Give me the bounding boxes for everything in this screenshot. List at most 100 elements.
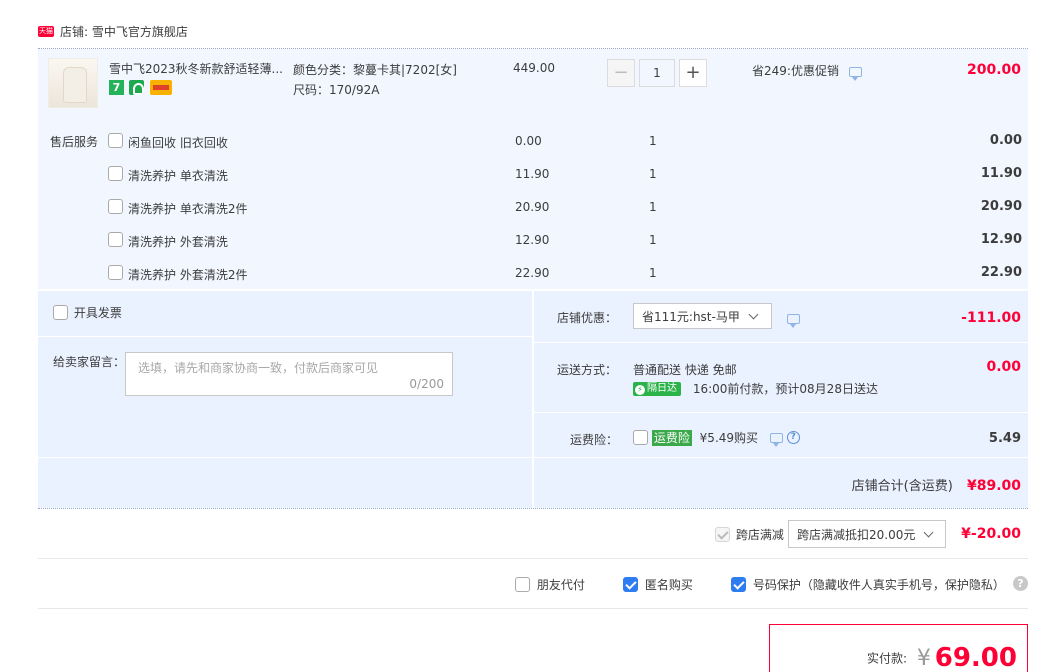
shipping-label: 运送方式： — [557, 363, 618, 377]
message-label: 给卖家留言： — [53, 355, 126, 369]
shop-discount-select[interactable]: 省111元:hst-马甲 — [633, 303, 772, 329]
service-price: 12.90 — [515, 233, 550, 247]
product-title[interactable]: 雪中飞2023秋冬新款舒适轻薄... — [109, 60, 287, 77]
shop-header: 天猫 店铺: 雪中飞官方旗舰店 — [38, 22, 188, 40]
service-qty: 1 — [649, 266, 657, 280]
service-row: 清洗养护 外套清洗2件 22.90 1 22.90 — [0, 263, 1055, 283]
anonymous-label: 匿名购买 — [644, 578, 693, 592]
service-row: 清洗养护 外套清洗 12.90 1 12.90 — [0, 230, 1055, 250]
cross-store-option: 跨店满减 — [715, 526, 784, 543]
chevron-down-icon — [748, 309, 759, 319]
service-checkbox[interactable] — [108, 133, 123, 148]
next-day-label: 隔日达 — [647, 382, 677, 394]
credit-card-icon — [150, 80, 172, 95]
chevron-down-icon — [923, 527, 934, 537]
service-name: 清洗养护 外套清洗 — [128, 235, 228, 249]
shop-total-label: 店铺合计(含运费) — [851, 479, 953, 494]
friend-pay-label: 朋友代付 — [536, 578, 585, 592]
service-qty: 1 — [649, 167, 657, 181]
shipping-amount: 0.00 — [986, 359, 1021, 375]
invoice-checkbox[interactable] — [53, 305, 68, 320]
decrease-button[interactable]: − — [607, 59, 635, 87]
service-name: 清洗养护 单衣清洗2件 — [128, 202, 248, 216]
divider — [534, 412, 1028, 413]
service-qty: 1 — [649, 200, 657, 214]
chat-icon[interactable] — [787, 313, 800, 328]
service-row: 清洗养护 单衣清洗 11.90 1 11.90 — [0, 164, 1055, 184]
number-protect-checkbox[interactable] — [731, 577, 746, 592]
divider — [38, 336, 532, 337]
friend-pay-option[interactable]: 朋友代付 — [515, 576, 585, 593]
item-subtotal: 200.00 — [966, 62, 1021, 78]
friend-pay-checkbox[interactable] — [515, 577, 530, 592]
cross-store-checkbox — [715, 527, 730, 542]
number-protect-option[interactable]: 号码保护（隐藏收件人真实手机号，保护隐私） — [731, 576, 1005, 593]
currency-symbol: ¥ — [916, 645, 931, 671]
service-row: 清洗养护 单衣清洗2件 20.90 1 20.90 — [0, 197, 1055, 217]
message-textarea[interactable]: 选填，请先和商家协商一致，付款后商家可见 0/200 — [125, 352, 453, 396]
service-price: 22.90 — [515, 266, 550, 280]
insurance-tag: 运费险 — [651, 429, 692, 446]
help-icon[interactable]: ? — [786, 431, 800, 444]
shop-discount-amount: -111.00 — [961, 310, 1021, 326]
payment-label: 实付款: — [867, 651, 908, 666]
payment-box: 实付款: ¥ 69.00 — [769, 624, 1028, 672]
insurance-option[interactable]: 运费险 ¥5.49购买 ? — [633, 429, 800, 447]
payment-amount: 69.00 — [934, 643, 1017, 672]
payment-summary: 实付款: ¥ 69.00 — [867, 643, 1017, 672]
help-icon[interactable]: ? — [1013, 576, 1028, 591]
service-checkbox[interactable] — [108, 232, 123, 247]
insurance-checkbox[interactable] — [633, 430, 648, 445]
cross-store-value: 跨店满减抵扣20.00元 — [797, 527, 916, 542]
shipping-method: 普通配送 快递 免邮 — [633, 363, 737, 377]
sku-color: 颜色分类：黎蔓卡其|7202[女] — [293, 63, 457, 77]
service-price: 11.90 — [515, 167, 550, 181]
divider — [38, 608, 1028, 609]
next-day-tag: ⚡ 隔日达 — [633, 381, 681, 396]
service-name: 闲鱼回收 旧衣回收 — [128, 136, 228, 150]
divider — [38, 558, 1028, 559]
service-price: 20.90 — [515, 200, 550, 214]
product-thumbnail[interactable] — [48, 58, 98, 108]
service-amount: 0.00 — [989, 133, 1022, 148]
service-amount: 20.90 — [980, 199, 1022, 214]
shop-discount-label: 店铺优惠： — [557, 311, 618, 325]
number-protect-label: 号码保护（隐藏收件人真实手机号，保护隐私） — [752, 578, 1005, 592]
quantity-input[interactable]: 1 — [639, 59, 675, 87]
service-qty: 1 — [649, 134, 657, 148]
divider — [38, 508, 1028, 509]
lightning-icon: ⚡ — [635, 384, 645, 395]
shop-name[interactable]: 店铺: 雪中飞官方旗舰店 — [60, 23, 188, 40]
shop-total-amount: ¥89.00 — [966, 478, 1021, 494]
eta-text: 16:00前付款，预计08月28日送达 — [692, 382, 878, 396]
insurance-label: 运费险： — [570, 433, 619, 447]
service-checkbox[interactable] — [108, 166, 123, 181]
insurance-price: ¥5.49购买 — [699, 431, 759, 445]
service-price: 0.00 — [515, 134, 542, 148]
cross-store-label: 跨店满减 — [735, 528, 784, 542]
chat-icon[interactable] — [848, 66, 862, 81]
invoice-option[interactable]: 开具发票 — [53, 304, 122, 321]
service-amount: 11.90 — [980, 166, 1022, 181]
anonymous-option[interactable]: 匿名购买 — [623, 576, 693, 593]
increase-button[interactable]: + — [679, 59, 707, 87]
sku-size: 尺码：170/92A — [293, 83, 380, 97]
seven-day-return-icon: 7 — [109, 80, 124, 95]
anonymous-checkbox[interactable] — [623, 577, 638, 592]
invoice-label: 开具发票 — [73, 306, 122, 320]
service-name: 清洗养护 单衣清洗 — [128, 169, 228, 183]
shipping-eta: ⚡ 隔日达 16:00前付款，预计08月28日送达 — [633, 380, 878, 397]
service-checkbox[interactable] — [108, 199, 123, 214]
tmall-logo-icon: 天猫 — [38, 25, 54, 37]
shop-discount-value: 省111元:hst-马甲 — [642, 309, 740, 324]
promo-info: 省249:优惠促销 — [752, 62, 862, 81]
cross-store-amount: ¥-20.00 — [961, 526, 1021, 542]
service-amount: 12.90 — [980, 232, 1022, 247]
promo-label: 省249:优惠促销 — [752, 64, 839, 78]
service-row: 闲鱼回收 旧衣回收 0.00 1 0.00 — [0, 131, 1055, 151]
cross-store-select[interactable]: 跨店满减抵扣20.00元 — [788, 520, 946, 548]
message-placeholder: 选填，请先和商家协商一致，付款后商家可见 — [138, 361, 379, 375]
service-checkbox[interactable] — [108, 265, 123, 280]
divider — [534, 342, 1028, 343]
chat-icon[interactable] — [769, 432, 783, 447]
